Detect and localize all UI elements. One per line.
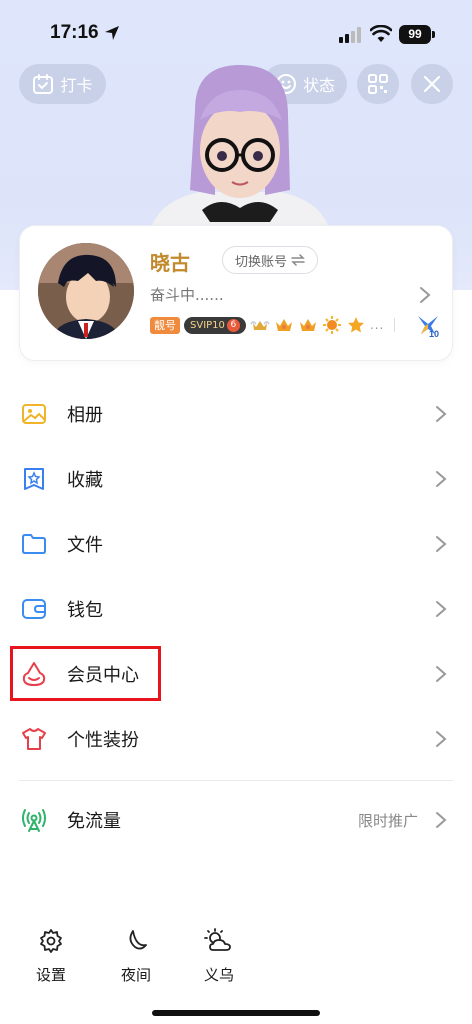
menu-label-wallet: 钱包 (67, 600, 103, 621)
chevron-right-icon (436, 471, 447, 487)
star-badge-icon (347, 317, 364, 333)
wallet-icon (22, 599, 46, 619)
favorites-icon (24, 468, 44, 490)
menu-label-favorites: 收藏 (67, 470, 103, 491)
menu-divider (19, 780, 453, 781)
status-bar: 17:16 99 (0, 0, 472, 60)
menu-label-album: 相册 (67, 405, 103, 426)
qr-code-icon (368, 74, 388, 94)
menu-item-outfit[interactable]: 个性装扮 (0, 711, 472, 767)
free-data-promo-label: 限时推广 (358, 811, 419, 830)
badge-row[interactable]: 靓号 SVIP10 6 ... (150, 315, 401, 335)
more-badges: ... (369, 318, 385, 332)
checkin-button[interactable]: 打卡 (19, 64, 106, 104)
gear-icon (40, 929, 62, 953)
chevron-right-icon (436, 536, 447, 552)
cellular-signal-icon (339, 27, 361, 43)
svg-text:10: 10 (429, 329, 439, 338)
menu-item-files[interactable]: 文件 (0, 516, 472, 572)
settings-button[interactable]: 设置 (21, 928, 81, 992)
home-indicator[interactable] (152, 1010, 320, 1016)
crown-badge-icon-2 (299, 319, 316, 331)
swap-arrows-icon (291, 254, 305, 266)
free-data-icon (22, 809, 46, 832)
vip-center-highlight-box (10, 646, 161, 701)
status-time: 17:16 (50, 22, 99, 43)
night-mode-button[interactable]: 夜间 (106, 928, 166, 992)
3d-avatar-figure[interactable] (140, 60, 340, 230)
menu-item-wallet[interactable]: 钱包 (0, 581, 472, 637)
album-icon (22, 404, 46, 424)
sun-badge-icon (322, 316, 341, 334)
settings-label: 设置 (35, 966, 66, 984)
menu-label-free-data: 免流量 (67, 811, 121, 832)
svip-level: 6 (226, 318, 240, 332)
menu-item-free-data[interactable]: 免流量 限时推广 (0, 792, 472, 848)
switch-account-button[interactable]: 切换账号 (222, 246, 318, 274)
badge-divider (394, 318, 396, 332)
outfit-icon (22, 728, 46, 750)
badge-liang: 靓号 (150, 316, 180, 334)
close-button[interactable] (411, 64, 453, 104)
menu-label-outfit: 个性装扮 (67, 730, 139, 751)
qr-code-button[interactable] (357, 64, 399, 104)
chevron-right-icon (436, 812, 447, 828)
signature: 奋斗中...... (150, 286, 224, 304)
menu-label-files: 文件 (67, 535, 103, 556)
chevron-right-icon (436, 406, 447, 422)
nickname: 晓古 (150, 251, 190, 275)
badge-svip: SVIP10 6 (184, 316, 246, 334)
menu-item-favorites[interactable]: 收藏 (0, 451, 472, 507)
profile-card[interactable]: 晓古 切换账号 奋斗中...... 靓号 SVIP10 6 ... 10 (19, 225, 453, 361)
close-icon (423, 75, 441, 93)
chevron-right-icon (420, 287, 431, 303)
level-star-icon: 10 (418, 316, 439, 339)
crown-badge-icon (275, 319, 292, 331)
menu-item-album[interactable]: 相册 (0, 386, 472, 442)
battery-tip (432, 31, 435, 38)
level-badge[interactable]: 10 (415, 312, 441, 339)
checkin-label: 打卡 (60, 76, 93, 95)
chevron-right-icon (436, 601, 447, 617)
chevron-right-icon (436, 731, 447, 747)
calendar-check-icon (33, 74, 54, 94)
night-mode-label: 夜间 (120, 966, 151, 984)
battery-indicator: 99 (399, 25, 431, 44)
chevron-right-icon (436, 666, 447, 682)
moon-icon (129, 930, 147, 950)
switch-account-label: 切换账号 (234, 254, 287, 270)
folder-icon (22, 534, 46, 554)
angel-crown-badge-icon (250, 321, 270, 330)
weather-button[interactable]: 义乌 (189, 928, 249, 992)
wifi-icon (370, 25, 392, 42)
weather-location-label: 义乌 (203, 966, 234, 984)
location-arrow-icon (105, 26, 119, 40)
partly-cloudy-icon (204, 928, 231, 951)
avatar[interactable] (38, 243, 134, 339)
avatar-image (38, 243, 134, 339)
